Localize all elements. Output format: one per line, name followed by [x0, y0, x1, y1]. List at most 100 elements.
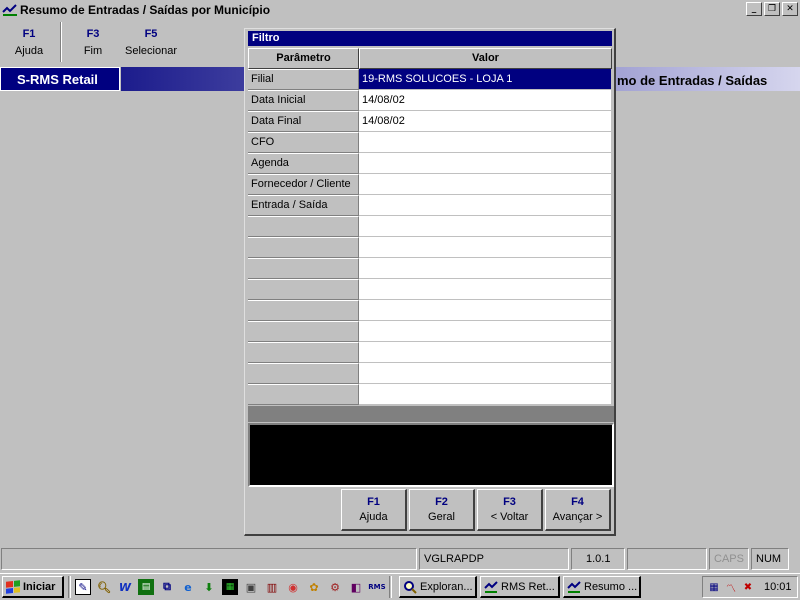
parameter-cell[interactable] [248, 342, 359, 363]
fkey-label: Ajuda [14, 45, 44, 57]
function-key-toolbar: F1 Ajuda F3 Fim F5 Selecionar [0, 22, 180, 64]
value-cell[interactable] [359, 300, 612, 321]
value-cell[interactable] [359, 132, 612, 153]
parameter-cell[interactable]: CFO [248, 132, 359, 153]
table-row[interactable] [248, 279, 614, 300]
monitor-icon[interactable]: ▣ [243, 579, 259, 595]
screen-title: mo de Entradas / Saídas [617, 73, 768, 88]
minimize-button[interactable]: _ [746, 2, 762, 16]
value-cell[interactable] [359, 174, 612, 195]
signal-icon[interactable]: 〽 [724, 580, 738, 595]
word-icon[interactable]: W [117, 579, 133, 595]
color-wheel-icon[interactable]: ◉ [285, 579, 301, 595]
start-button[interactable]: Iniciar [2, 576, 64, 598]
table-row[interactable]: Data Inicial 14/08/02 [248, 90, 614, 111]
fkey-code: F5 [144, 28, 158, 40]
program-name: VGLRAPDP [419, 548, 569, 570]
table-row[interactable] [248, 363, 614, 384]
button-label: Geral [428, 511, 455, 523]
task-button-explorer[interactable]: Exploran... [399, 576, 477, 598]
taskbar: Iniciar ✎ 🔍︎ W ▤ ⧉ e ⬇ ▦ ▣ ▥ ◉ ✿ ⚙ ◧ RMS… [0, 573, 800, 600]
parameter-cell[interactable] [248, 258, 359, 279]
paint-icon[interactable]: ✿ [306, 579, 322, 595]
parameter-cell[interactable]: Filial [248, 69, 359, 90]
table-row[interactable]: Fornecedor / Cliente [248, 174, 614, 195]
table-row[interactable] [248, 237, 614, 258]
clock[interactable]: 10:01 [764, 581, 792, 593]
parameter-cell[interactable] [248, 279, 359, 300]
f1-help-button[interactable]: F1 Ajuda [0, 22, 58, 64]
title-bar: Resumo de Entradas / Saídas por Municípi… [0, 0, 800, 19]
parameter-cell[interactable] [248, 321, 359, 342]
parameter-cell[interactable] [248, 384, 359, 405]
status-bar: VGLRAPDP 1.0.1 CAPS NUM [0, 547, 800, 571]
download-icon[interactable]: ⬇ [201, 579, 217, 595]
value-cell[interactable] [359, 258, 612, 279]
help-button[interactable]: F1 Ajuda [341, 489, 407, 531]
fkey-label: Fim [83, 45, 103, 57]
close-button[interactable]: ✕ [782, 2, 798, 16]
value-cell[interactable]: 14/08/02 [359, 111, 612, 132]
table-row[interactable]: Filial 19-RMS SOLUCOES - LOJA 1 [248, 69, 614, 90]
parameter-cell[interactable]: Data Final [248, 111, 359, 132]
start-label: Iniciar [23, 580, 56, 593]
parameter-cell[interactable]: Data Inicial [248, 90, 359, 111]
parameter-cell[interactable] [248, 363, 359, 384]
value-cell[interactable] [359, 237, 612, 258]
value-cell[interactable] [359, 153, 612, 174]
value-cell[interactable]: 14/08/02 [359, 90, 612, 111]
notepad-icon[interactable]: ✎ [75, 579, 91, 595]
find-icon[interactable]: 🔍︎ [96, 579, 112, 595]
next-button[interactable]: F4 Avançar > [545, 489, 611, 531]
table-row[interactable]: Data Final 14/08/02 [248, 111, 614, 132]
table-row[interactable] [248, 300, 614, 321]
rms-icon[interactable]: RMS [368, 579, 385, 595]
grid-rows: Filial 19-RMS SOLUCOES - LOJA 1 Data Inici… [248, 69, 614, 405]
tools-icon[interactable]: ⚙ [327, 579, 343, 595]
value-cell[interactable] [359, 195, 612, 216]
scheduler-icon[interactable]: ▦ [707, 580, 721, 594]
task-label: Resumo ... [584, 580, 638, 593]
task-button-rms-retail[interactable]: RMS Ret... [480, 576, 560, 598]
general-button[interactable]: F2 Geral [409, 489, 475, 531]
task-button-resumo[interactable]: Resumo ... [563, 576, 641, 598]
table-row[interactable] [248, 342, 614, 363]
button-key: F3 [503, 496, 516, 508]
table-row[interactable]: Entrada / Saída [248, 195, 614, 216]
f5-select-button[interactable]: F5 Selecionar [122, 22, 180, 64]
parameter-cell[interactable] [248, 216, 359, 237]
parameter-cell[interactable]: Entrada / Saída [248, 195, 359, 216]
value-cell[interactable]: 19-RMS SOLUCOES - LOJA 1 [359, 69, 612, 90]
task-label: RMS Ret... [501, 580, 555, 593]
table-row[interactable]: CFO [248, 132, 614, 153]
calculator-icon[interactable]: ▥ [264, 579, 280, 595]
table-row[interactable]: Agenda [248, 153, 614, 174]
table-row[interactable] [248, 321, 614, 342]
table-row[interactable] [248, 258, 614, 279]
value-cell[interactable] [359, 363, 612, 384]
grid-app-icon[interactable]: ▦ [222, 579, 238, 595]
value-cell[interactable] [359, 384, 612, 405]
internet-explorer-icon[interactable]: e [180, 579, 196, 595]
parameter-cell[interactable]: Agenda [248, 153, 359, 174]
parameter-cell[interactable] [248, 300, 359, 321]
vb-icon[interactable]: ◧ [348, 579, 364, 595]
f3-exit-button[interactable]: F3 Fim [64, 22, 122, 64]
column-header-parameter[interactable]: Parâmetro [248, 48, 359, 69]
value-cell[interactable] [359, 321, 612, 342]
value-cell[interactable] [359, 279, 612, 300]
parameter-cell[interactable]: Fornecedor / Cliente [248, 174, 359, 195]
column-header-value[interactable]: Valor [359, 48, 612, 69]
value-cell[interactable] [359, 342, 612, 363]
table-row[interactable] [248, 384, 614, 405]
parameter-cell[interactable] [248, 237, 359, 258]
value-cell[interactable] [359, 216, 612, 237]
message-box [248, 423, 614, 487]
network-disconnected-icon[interactable]: ✖ [741, 580, 755, 594]
back-button[interactable]: F3 < Voltar [477, 489, 543, 531]
table-row[interactable] [248, 216, 614, 237]
network-icon[interactable]: ⧉ [159, 579, 175, 595]
excel-chart-icon[interactable]: ▤ [138, 579, 154, 595]
caps-lock-indicator: CAPS [709, 548, 749, 570]
restore-button[interactable]: ❐ [764, 2, 780, 16]
